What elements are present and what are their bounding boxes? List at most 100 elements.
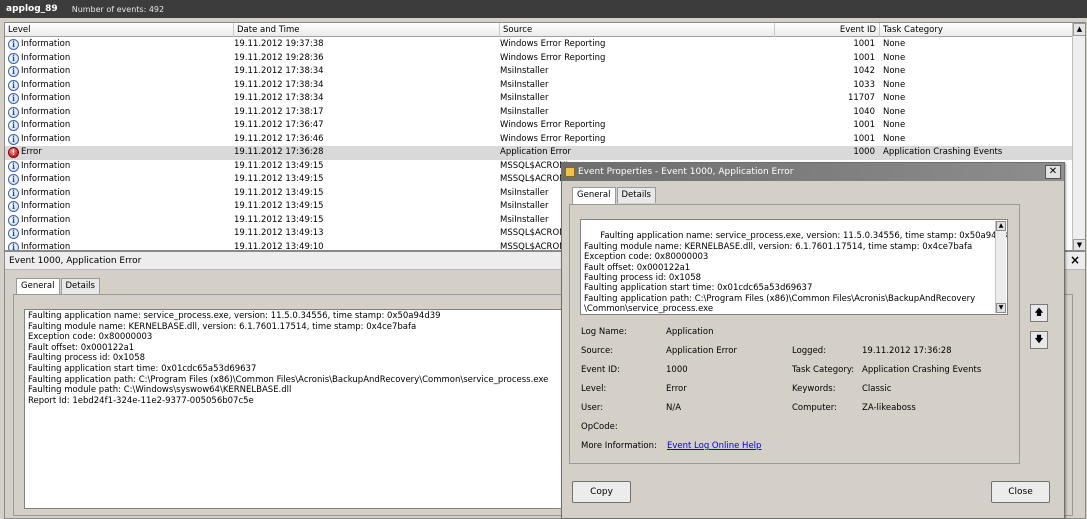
table-row[interactable]: ! Error 19.11.2012 17:36:28 Application Err… xyxy=(5,146,1073,160)
logged-value: 19.11.2012 17:36:28 xyxy=(862,346,952,356)
user-label: User: xyxy=(581,403,604,413)
event-properties-dialog: Event Properties - Event 1000, Applicati… xyxy=(561,162,1065,519)
source-value: Application Error xyxy=(666,346,737,356)
level-text: Information xyxy=(21,160,71,171)
tab-general[interactable]: General xyxy=(16,278,60,295)
cell-level: i Information xyxy=(8,79,234,93)
cell-date: 19.11.2012 13:49:13 xyxy=(234,228,324,238)
cell-task-category: None xyxy=(883,133,906,144)
task-category-value: Application Crashing Events xyxy=(862,365,982,375)
column-header-event-id[interactable]: Event ID xyxy=(775,23,880,37)
cell-event-id: 1042 xyxy=(853,66,875,76)
table-row[interactable]: i Information 19.11.2012 17:38:34 MsiInstal… xyxy=(5,65,1073,79)
level-text: Information xyxy=(21,241,71,251)
grid-header: Level Date and Time Source Event ID Task… xyxy=(5,23,1073,37)
level-text: Information xyxy=(21,201,71,211)
close-button[interactable]: Close xyxy=(991,481,1050,503)
cell-date: 19.11.2012 17:38:34 xyxy=(234,66,324,76)
opcode-label: OpCode: xyxy=(581,422,618,432)
column-header-date[interactable]: Date and Time xyxy=(234,23,500,37)
level-text: Information xyxy=(21,93,71,103)
info-icon: i xyxy=(8,174,19,186)
info-icon: i xyxy=(8,241,19,250)
info-icon: i xyxy=(8,93,19,105)
table-row[interactable]: i Information 19.11.2012 17:38:34 MsiInstal… xyxy=(5,92,1073,106)
column-header-task-category[interactable]: Task Category xyxy=(880,23,1073,37)
level-text: Information xyxy=(21,133,71,144)
cell-date: 19.11.2012 17:38:34 xyxy=(234,93,324,103)
tab-details[interactable]: Details xyxy=(60,278,100,294)
cell-task-category: None xyxy=(883,66,906,76)
cell-task-category: None xyxy=(883,52,906,63)
cell-event-id: 1001 xyxy=(853,39,875,49)
info-icon: i xyxy=(8,66,19,78)
column-header-level[interactable]: Level xyxy=(5,23,234,37)
task-category-label: Task Category: xyxy=(792,365,855,375)
cell-level: i Information xyxy=(8,227,234,241)
dialog-close-icon[interactable]: ✕ xyxy=(1045,165,1061,179)
cell-event-id: 1033 xyxy=(853,79,875,90)
level-value: Error xyxy=(666,384,687,394)
info-icon: i xyxy=(8,214,19,226)
cell-date: 19.11.2012 13:49:15 xyxy=(234,174,324,184)
dialog-tab-general[interactable]: General xyxy=(572,187,616,204)
dialog-message-scrollbar[interactable]: ▲ ▼ xyxy=(995,221,1006,313)
close-icon[interactable]: × xyxy=(1068,254,1082,268)
table-row[interactable]: i Information 19.11.2012 19:28:36 Windows E… xyxy=(5,52,1073,66)
cell-level: i Information xyxy=(8,133,234,147)
level-text: Information xyxy=(21,39,71,49)
scroll-up-icon[interactable]: ▲ xyxy=(996,221,1006,231)
event-count: Number of events: 492 xyxy=(71,4,165,14)
error-icon: ! xyxy=(8,147,19,159)
dialog-title: Event Properties - Event 1000, Applicati… xyxy=(578,167,794,177)
info-icon: i xyxy=(8,39,19,51)
cell-date: 19.11.2012 17:36:46 xyxy=(234,133,324,144)
cell-level: i Information xyxy=(8,173,234,187)
event-id-value: 1000 xyxy=(666,365,688,375)
source-label: Source: xyxy=(581,346,614,356)
table-row[interactable]: i Information 19.11.2012 17:38:17 MsiInstal… xyxy=(5,106,1073,120)
column-header-source[interactable]: Source xyxy=(500,23,775,37)
copy-button[interactable]: Copy xyxy=(572,481,631,503)
cell-task-category: None xyxy=(883,79,906,90)
table-row[interactable]: i Information 19.11.2012 17:36:46 Windows E… xyxy=(5,133,1073,147)
cell-level: i Information xyxy=(8,241,234,251)
level-text: Information xyxy=(21,106,71,117)
level-text: Information xyxy=(21,187,71,198)
dialog-tab-details[interactable]: Details xyxy=(616,187,656,203)
cell-date: 19.11.2012 13:49:15 xyxy=(234,160,324,171)
table-row[interactable]: i Information 19.11.2012 19:37:38 Windows E… xyxy=(5,38,1073,52)
cell-date: 19.11.2012 13:49:15 xyxy=(234,201,324,211)
event-id-label: Event ID: xyxy=(581,365,620,375)
next-event-button[interactable]: 🡇 xyxy=(1030,331,1048,349)
event-log-online-help-link[interactable]: Event Log Online Help xyxy=(667,441,761,451)
scroll-up-icon[interactable]: ▲ xyxy=(1073,23,1085,36)
dialog-tabs: General Details xyxy=(572,187,657,204)
table-row[interactable]: i Information 19.11.2012 17:38:34 MsiInstal… xyxy=(5,79,1073,93)
cell-event-id: 1001 xyxy=(853,52,875,63)
info-icon: i xyxy=(8,133,19,145)
event-viewer-icon xyxy=(565,167,575,177)
info-icon: i xyxy=(8,187,19,199)
cell-level: i Information xyxy=(8,214,234,228)
dialog-title-bar[interactable]: Event Properties - Event 1000, Applicati… xyxy=(562,163,1064,181)
level-text: Information xyxy=(21,228,71,238)
info-icon: i xyxy=(8,201,19,213)
computer-value: ZA-likeaboss xyxy=(862,403,916,413)
scroll-down-icon[interactable]: ▼ xyxy=(996,303,1006,313)
info-icon: i xyxy=(8,228,19,240)
cell-event-id: 1000 xyxy=(853,147,875,157)
table-row[interactable]: i Information 19.11.2012 17:36:47 Windows E… xyxy=(5,119,1073,133)
log-name: applog_89 xyxy=(6,4,58,14)
scroll-down-icon[interactable]: ▼ xyxy=(1073,239,1085,250)
keywords-value: Classic xyxy=(862,384,892,394)
dialog-message-text[interactable]: Faulting application name: service_proce… xyxy=(580,219,1008,315)
cell-level: i Information xyxy=(8,106,234,120)
cell-event-id: 1001 xyxy=(853,120,875,130)
cell-date: 19.11.2012 17:38:34 xyxy=(234,79,324,90)
cell-level: i Information xyxy=(8,92,234,106)
level-text: Information xyxy=(21,66,71,76)
previous-event-button[interactable]: 🡅 xyxy=(1030,304,1048,322)
info-icon: i xyxy=(8,160,19,172)
grid-scrollbar[interactable]: ▲ ▼ xyxy=(1072,23,1085,250)
